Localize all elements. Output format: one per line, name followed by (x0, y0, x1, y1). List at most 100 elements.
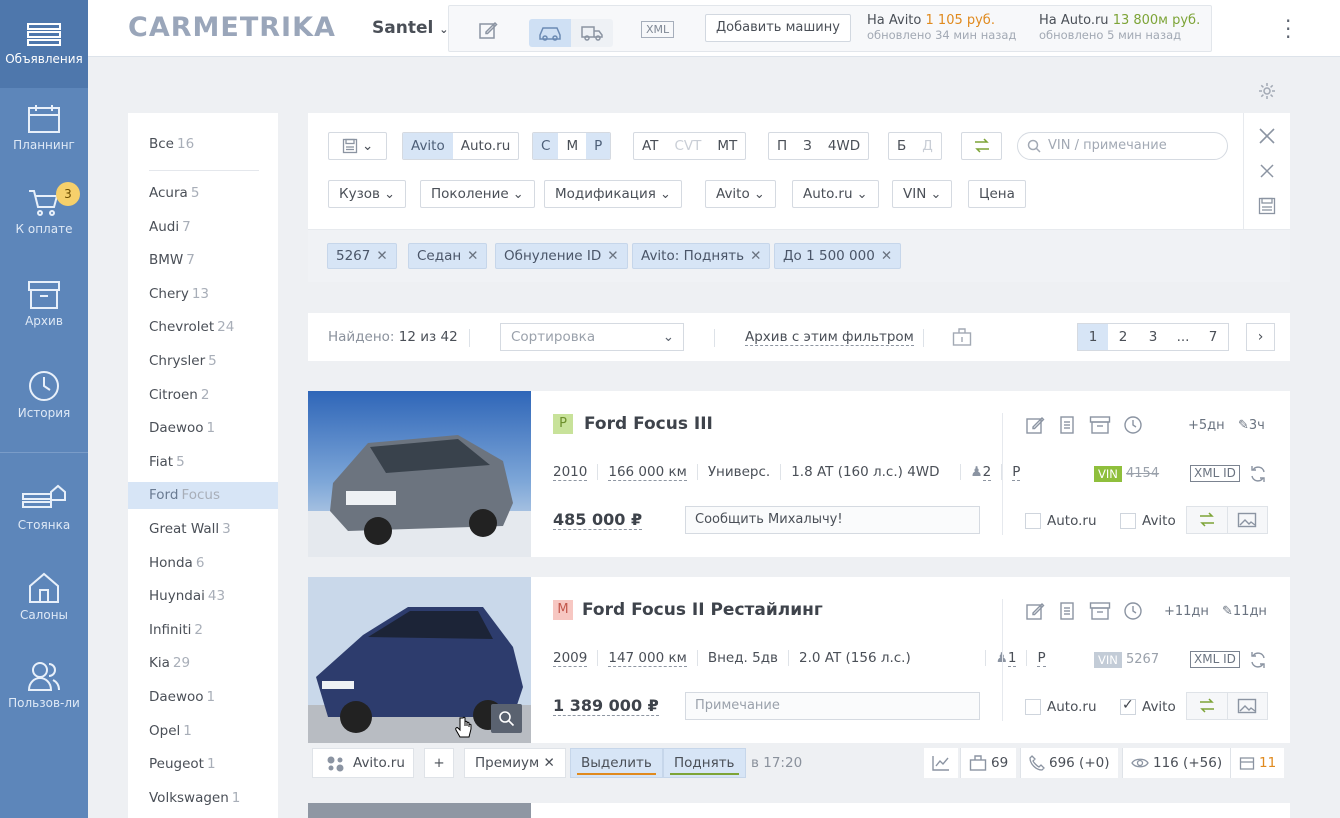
add-car-button[interactable]: Добавить машину (705, 14, 851, 42)
brand-item[interactable]: Kia 29 (128, 650, 278, 677)
class-filter-m[interactable]: М (558, 133, 586, 159)
xml-id-button[interactable]: XML ID (1190, 651, 1240, 668)
company-switcher[interactable]: Santel ⌄ (372, 18, 448, 38)
note-input[interactable]: Примечание (685, 692, 980, 720)
highlight-button[interactable]: Выделить (570, 748, 663, 778)
vin-search-input[interactable]: VIN / примечание (1017, 132, 1228, 160)
clear-icon[interactable] (1260, 164, 1274, 178)
autoru-checkbox[interactable]: Auto.ru (1025, 699, 1097, 715)
brand-item[interactable]: Ford Focus (128, 482, 278, 510)
drive-filter-4wd[interactable]: 4WD (820, 133, 868, 159)
modification-dropdown[interactable]: Модификация (544, 180, 682, 208)
brand-item[interactable]: Opel 1 (128, 718, 278, 745)
brand-item[interactable]: Acura 5 (128, 180, 278, 207)
add-service-button[interactable]: + (424, 748, 454, 778)
avito-dropdown[interactable]: Avito (705, 180, 776, 208)
nav-item-showrooms[interactable]: Салоны (0, 572, 88, 642)
brand-item[interactable]: Audi 7 (128, 214, 278, 241)
edit-icon[interactable] (1025, 415, 1045, 435)
site-filter-autoru[interactable]: Auto.ru (453, 133, 519, 159)
gear-icon[interactable] (1258, 82, 1276, 104)
page-2[interactable]: 2 (1108, 324, 1138, 350)
page-1[interactable]: 1 (1078, 324, 1108, 350)
nav-item-archive[interactable]: Архив (0, 280, 88, 350)
listing-price[interactable]: 485 000 ₽ (553, 511, 643, 530)
filter-tag[interactable]: 5267 ✕ (327, 243, 397, 269)
image-icon[interactable] (1226, 507, 1268, 533)
generation-dropdown[interactable]: Поколение (420, 180, 535, 208)
next-page-button[interactable]: › (1246, 323, 1275, 351)
avito-checkbox[interactable]: Avito (1120, 697, 1176, 715)
xml-button[interactable]: XML (641, 21, 675, 38)
zoom-button[interactable] (491, 704, 522, 733)
remove-tag-icon[interactable]: ✕ (607, 248, 618, 264)
note-input[interactable]: Сообщить Михалычу! (685, 506, 980, 534)
brand-item[interactable]: BMW 7 (128, 247, 278, 274)
brand-item[interactable]: Volkswagen 1 (128, 785, 278, 812)
app-logo[interactable]: CARMETRIKA (128, 12, 336, 43)
page-7[interactable]: 7 (1198, 324, 1228, 350)
transfer-icon[interactable] (1187, 693, 1227, 719)
brand-item[interactable]: Peugeot 1 (128, 751, 278, 778)
brand-item[interactable]: Chrysler 5 (128, 348, 278, 375)
car-icon[interactable] (529, 19, 571, 47)
gearbox-filter-mt[interactable]: MT (709, 133, 745, 159)
close-icon[interactable] (1258, 127, 1276, 145)
spec-mileage[interactable]: 166 000 км (597, 464, 696, 481)
listing-price[interactable]: 1 389 000 ₽ (553, 697, 659, 716)
brand-item[interactable]: Chevrolet 24 (128, 314, 278, 341)
saved-filters-dropdown[interactable]: ⌄ (328, 132, 387, 160)
brand-item[interactable]: Citroen 2 (128, 382, 278, 409)
condition-filter-used[interactable]: Б (889, 133, 914, 159)
nav-item-users[interactable]: Пользов-ли (0, 660, 88, 730)
nav-item-planning[interactable]: Планнинг (0, 104, 88, 174)
avito-checkbox[interactable]: Avito (1120, 513, 1176, 529)
site-filter-avito[interactable]: Avito (403, 133, 453, 159)
spec-year[interactable]: 2010 (553, 464, 597, 481)
filter-tag[interactable]: Седан ✕ (408, 243, 488, 269)
autoru-dropdown[interactable]: Auto.ru (792, 180, 879, 208)
body-dropdown[interactable]: Кузов (328, 180, 406, 208)
xml-id-button[interactable]: XML ID (1190, 465, 1240, 482)
archive-icon[interactable] (1089, 601, 1111, 621)
edit-icon[interactable] (473, 16, 503, 44)
remove-icon[interactable]: ✕ (543, 755, 554, 771)
premium-chip[interactable]: Премиум ✕ (464, 748, 566, 778)
chart-icon[interactable] (924, 748, 958, 778)
condition-filter-damaged[interactable]: Д (914, 133, 941, 159)
filter-tag[interactable]: Avito: Поднять ✕ (632, 243, 771, 269)
filter-tag[interactable]: Обнуление ID ✕ (495, 243, 628, 269)
clock-icon[interactable] (1123, 415, 1143, 435)
image-icon[interactable] (1226, 693, 1268, 719)
brand-item[interactable]: Daewoo 1 (128, 684, 278, 711)
autoru-checkbox[interactable]: Auto.ru (1025, 513, 1097, 529)
save-icon[interactable] (1258, 197, 1276, 215)
drive-filter-front[interactable]: П (769, 133, 795, 159)
listing-title[interactable]: Ford Focus III (584, 414, 713, 434)
remove-tag-icon[interactable]: ✕ (467, 248, 478, 264)
truck-icon[interactable] (571, 19, 613, 47)
filter-tag[interactable]: До 1 500 000 ✕ (774, 243, 902, 269)
car-photo[interactable] (308, 803, 531, 818)
more-menu-icon[interactable]: · · · (1285, 11, 1291, 47)
refresh-icon[interactable] (1248, 650, 1268, 670)
brand-item[interactable]: Huyndai 43 (128, 583, 278, 610)
brand-item[interactable]: Honda 6 (128, 550, 278, 577)
vin-dropdown[interactable]: VIN (892, 180, 953, 208)
gearbox-filter-cvt[interactable]: CVT (666, 133, 709, 159)
spec-mileage[interactable]: 147 000 км (597, 650, 696, 667)
transfer-icon[interactable] (1187, 507, 1227, 533)
document-icon[interactable] (1057, 601, 1077, 621)
brand-item[interactable]: Great Wall 3 (128, 516, 278, 543)
remove-tag-icon[interactable]: ✕ (750, 248, 761, 264)
nav-item-history[interactable]: История (0, 370, 88, 440)
class-filter-c[interactable]: С (533, 133, 559, 159)
document-icon[interactable] (1057, 415, 1077, 435)
gearbox-filter-at[interactable]: AT (634, 133, 666, 159)
drive-filter-rear[interactable]: З (795, 133, 820, 159)
nav-item-parking[interactable]: Стоянка (0, 484, 88, 554)
nav-item-listings[interactable]: Объявления (0, 0, 88, 88)
archive-filter-link[interactable]: Архив с этим фильтром (745, 329, 914, 346)
listing-title[interactable]: Ford Focus II Рестайлинг (582, 600, 823, 620)
clock-icon[interactable] (1123, 601, 1143, 621)
